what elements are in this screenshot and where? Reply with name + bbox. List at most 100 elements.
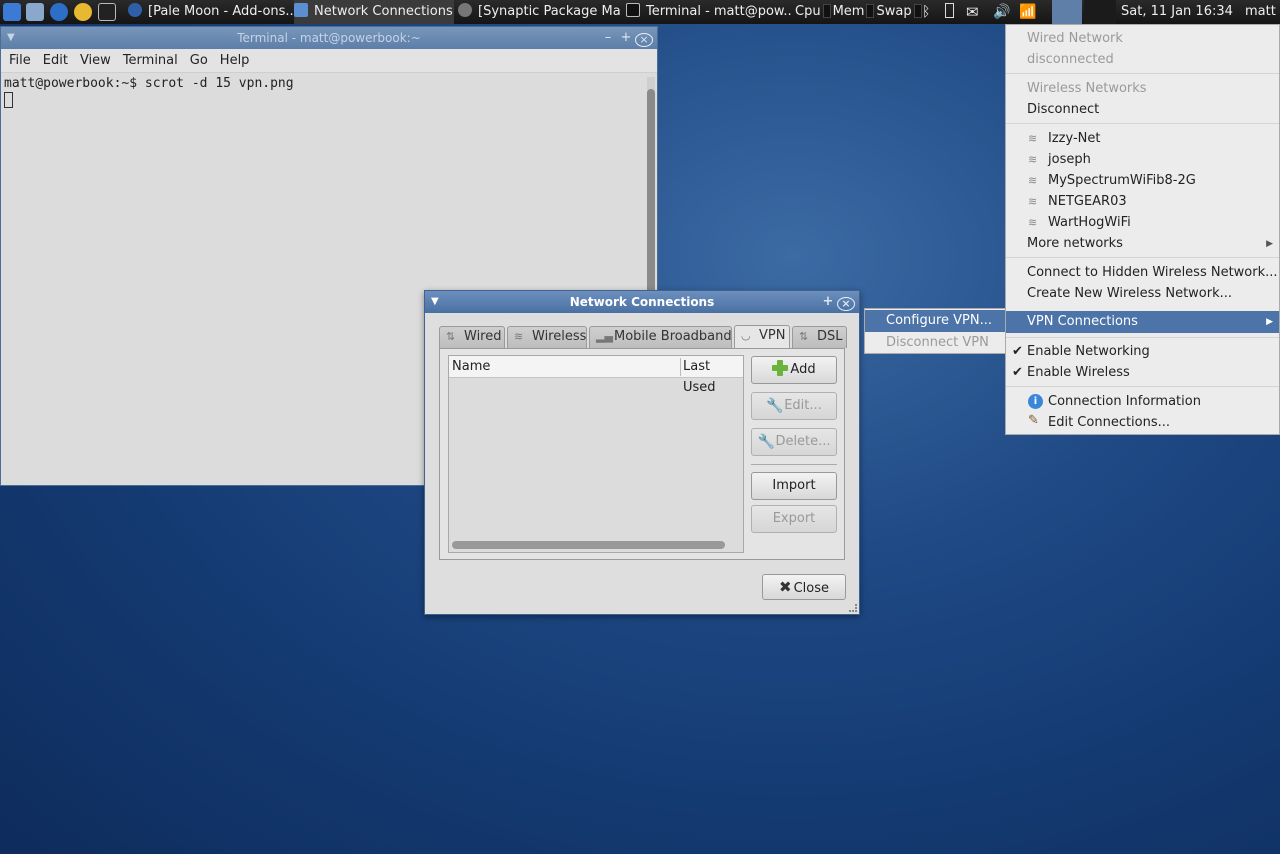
resize-grip[interactable] <box>849 604 857 612</box>
volume-icon[interactable]: 🔊 <box>993 0 1010 24</box>
submenu-arrow-icon: ▶ <box>1266 317 1273 327</box>
submenu-arrow-icon: ▶ <box>1266 239 1273 249</box>
more-networks-item[interactable]: More networks <box>1027 233 1277 254</box>
terminal-launcher-icon[interactable] <box>98 3 116 21</box>
connections-list[interactable]: Name Last Used <box>448 355 744 553</box>
terminal-titlebar[interactable]: ▼ Terminal - matt@powerbook:~ – + × <box>1 27 657 49</box>
wifi-signal-icon: ≋ <box>1028 216 1038 229</box>
tab-wired[interactable]: ⇅ Wired <box>439 326 505 348</box>
connection-information-item[interactable]: Connection Information <box>1048 391 1201 412</box>
add-button[interactable]: Add <box>751 356 837 384</box>
browser-icon[interactable] <box>50 3 68 21</box>
import-button[interactable]: Import <box>751 472 837 500</box>
dialog-titlebar[interactable]: ▼ Network Connections + × <box>425 291 859 313</box>
disconnect-item[interactable]: Disconnect <box>1027 99 1099 120</box>
wrench-icon: 🔧 <box>766 398 784 414</box>
check-icon: ✔ <box>1012 344 1023 359</box>
mail-icon[interactable]: ✉ <box>966 0 979 24</box>
task-terminal[interactable]: Terminal - matt@pow... <box>626 0 792 24</box>
list-header: Name Last Used <box>449 356 743 395</box>
terminal-title: Terminal - matt@powerbook:~ <box>237 31 421 45</box>
vpn-submenu: Configure VPN... Disconnect VPN <box>864 308 1006 354</box>
plus-icon <box>772 360 789 376</box>
pencil-icon: ✎ <box>1028 413 1039 428</box>
tab-vpn[interactable]: ◡ VPN <box>734 325 790 349</box>
create-new-network-item[interactable]: Create New Wireless Network... <box>1027 283 1232 304</box>
edit-button[interactable]: 🔧Edit... <box>751 392 837 420</box>
menu-edit[interactable]: Edit <box>43 53 68 68</box>
maximize-icon[interactable]: + <box>617 27 635 49</box>
disconnect-vpn-item[interactable]: Disconnect VPN <box>886 332 989 354</box>
close-x-icon: ✖ <box>779 578 792 596</box>
menu-go[interactable]: Go <box>190 53 208 68</box>
synaptic-icon <box>458 3 472 17</box>
vpn-connections-item[interactable]: VPN Connections ▶ <box>1006 311 1279 333</box>
wifi-icon[interactable]: 📶 <box>1019 0 1036 24</box>
wifi-signal-icon: ≋ <box>1028 132 1038 145</box>
connection-type-tabs: ⇅ Wired ≋ Wireless ▂▄Mobile Broadband ◡ VPN… <box>439 325 847 349</box>
task-network-connections[interactable]: Network Connections <box>294 0 454 24</box>
menu-help[interactable]: Help <box>220 53 250 68</box>
tab-dsl[interactable]: ⇅ DSL <box>792 326 847 348</box>
network-item-joseph[interactable]: joseph <box>1048 149 1091 170</box>
task-pale-moon[interactable]: [Pale Moon - Add-ons... <box>128 0 294 24</box>
wired-status: disconnected <box>1027 52 1114 67</box>
edit-connections-item[interactable]: Edit Connections... <box>1048 412 1170 433</box>
network-connections-icon <box>294 3 308 17</box>
network-connections-dialog: ▼ Network Connections + × ⇅ Wired ≋ Wireles… <box>424 290 860 615</box>
tab-mobile-broadband[interactable]: ▂▄Mobile Broadband <box>589 326 732 348</box>
signal-icon: ▂▄ <box>596 330 613 343</box>
enable-networking-item[interactable]: Enable Networking <box>1027 341 1150 362</box>
task-synaptic[interactable]: [Synaptic Package Ma... <box>458 0 622 24</box>
menu-view[interactable]: View <box>80 53 111 68</box>
info-icon: i <box>1028 394 1043 409</box>
wifi-signal-icon: ≋ <box>1028 153 1038 166</box>
network-menu: Wired Network disconnected Wireless Netw… <box>1005 24 1280 435</box>
tab-wireless[interactable]: ≋ Wireless <box>507 326 587 348</box>
close-button[interactable]: ✖ Close <box>762 574 846 600</box>
workspace-switcher-2[interactable] <box>1084 0 1116 24</box>
minimize-icon[interactable]: – <box>599 27 617 49</box>
enable-wireless-item[interactable]: Enable Wireless <box>1027 362 1130 383</box>
close-icon[interactable]: × <box>837 291 855 313</box>
network-item-izzy-net[interactable]: Izzy-Net <box>1048 128 1100 149</box>
package-manager-icon[interactable] <box>74 3 92 21</box>
column-name[interactable]: Name <box>452 356 490 377</box>
configure-vpn-item[interactable]: Configure VPN... <box>865 310 1005 332</box>
wireless-networks-header: Wireless Networks <box>1027 81 1147 96</box>
battery-icon[interactable] <box>945 0 954 24</box>
menu-file[interactable]: File <box>9 53 31 68</box>
mem-graph <box>866 4 875 18</box>
vpn-icon: ◡ <box>741 329 751 342</box>
network-item-warthogwifi[interactable]: WartHogWiFi <box>1048 212 1131 233</box>
system-monitor[interactable]: Cpu Mem Swap <box>795 0 924 24</box>
window-menu-icon[interactable]: ▼ <box>431 291 439 313</box>
bluetooth-icon[interactable]: ᛒ <box>922 0 930 24</box>
delete-button[interactable]: 🔧Delete... <box>751 428 837 456</box>
horizontal-scrollbar[interactable] <box>452 541 725 549</box>
clock[interactable]: Sat, 11 Jan 16:34 <box>1121 0 1233 24</box>
dialog-title: Network Connections <box>569 295 715 309</box>
menu-terminal[interactable]: Terminal <box>123 53 178 68</box>
workspace-switcher[interactable] <box>1052 0 1082 24</box>
window-menu-icon[interactable]: ▼ <box>7 27 15 49</box>
maximize-icon[interactable]: + <box>819 291 837 313</box>
pale-moon-icon <box>128 3 142 17</box>
close-icon[interactable]: × <box>635 27 653 49</box>
file-manager-icon[interactable] <box>26 3 44 21</box>
check-icon: ✔ <box>1012 365 1023 380</box>
terminal-menubar: File Edit View Terminal Go Help <box>1 49 657 73</box>
app-menu-icon[interactable] <box>3 3 21 21</box>
column-last-used[interactable]: Last Used <box>683 356 743 398</box>
export-button[interactable]: Export <box>751 505 837 533</box>
user-name[interactable]: matt <box>1245 0 1276 24</box>
wrench-icon: 🔧 <box>757 434 775 450</box>
vpn-tab-panel: Name Last Used Add 🔧Edit... 🔧Delete... I… <box>439 348 845 560</box>
network-item-myspectrum[interactable]: MySpectrumWiFib8-2G <box>1048 170 1196 191</box>
network-item-netgear03[interactable]: NETGEAR03 <box>1048 191 1127 212</box>
cpu-graph <box>822 4 831 18</box>
dsl-icon: ⇅ <box>799 330 809 343</box>
wireless-icon: ≋ <box>514 330 524 343</box>
connect-hidden-network-item[interactable]: Connect to Hidden Wireless Network... <box>1027 262 1278 283</box>
wifi-signal-icon: ≋ <box>1028 174 1038 187</box>
